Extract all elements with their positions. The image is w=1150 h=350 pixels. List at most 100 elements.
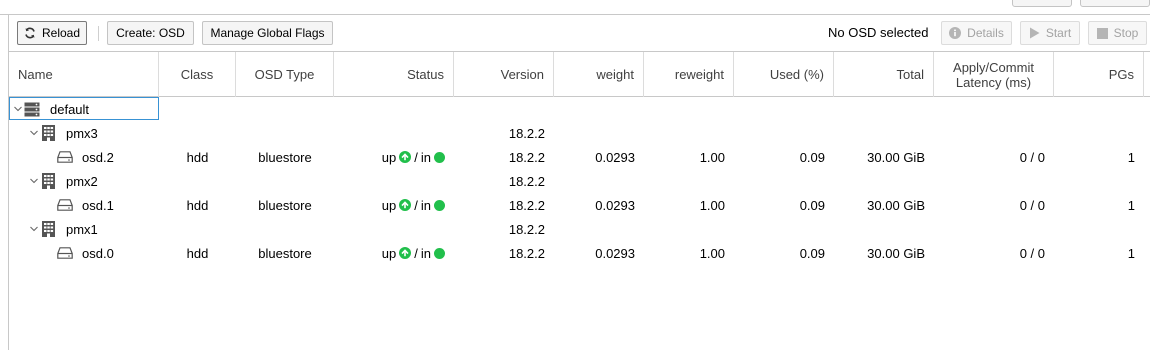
cell-class: hdd <box>186 245 209 261</box>
cell-pgs: 1 <box>1127 149 1135 165</box>
status-dot-icon <box>434 247 445 259</box>
arrow-up-circle-icon <box>399 247 412 259</box>
status-dot-icon <box>434 199 445 211</box>
status-in-text: in <box>420 149 431 165</box>
collapse-chevron-icon[interactable] <box>28 121 40 145</box>
stop-button[interactable]: Stop <box>1088 21 1147 45</box>
arrow-up-circle-icon <box>399 199 412 211</box>
server-rack-icon <box>24 101 40 117</box>
arrow-up-circle-icon <box>399 151 412 163</box>
column-header-used[interactable]: Used (%) <box>734 52 834 97</box>
tree-label-osd: osd.0 <box>82 245 114 261</box>
cell-reweight: 1.00 <box>699 149 725 165</box>
tree-row-host[interactable]: pmx2 18.2.2 <box>9 169 1150 193</box>
tree-row-host[interactable]: pmx3 18.2.2 <box>9 121 1150 145</box>
cell-reweight: 1.00 <box>699 197 725 213</box>
cell-total: 30.00 GiB <box>867 149 925 165</box>
details-button[interactable]: Details <box>941 21 1012 45</box>
cell-used: 0.09 <box>799 197 825 213</box>
cell-version: 18.2.2 <box>508 173 545 189</box>
start-label: Start <box>1045 26 1072 40</box>
tree-row-osd[interactable]: osd.2 hdd bluestore up / in 18.2.2 0.029… <box>9 145 1150 169</box>
stop-label: Stop <box>1113 26 1139 40</box>
status-separator: / <box>414 197 418 213</box>
reload-label: Reload <box>41 26 81 40</box>
status-up-text: up <box>381 197 397 213</box>
status-separator: / <box>414 149 418 165</box>
column-header-latency[interactable]: Apply/Commit Latency (ms) <box>934 52 1054 97</box>
cell-version: 18.2.2 <box>508 125 545 141</box>
tree-label-root: default <box>50 101 90 117</box>
ceph-osd-panel: Reload Create: OSD Manage Global Flags N… <box>0 0 1150 350</box>
reload-icon <box>25 27 35 39</box>
status-in-text: in <box>420 245 431 261</box>
cell-used: 0.09 <box>799 149 825 165</box>
hdd-icon <box>57 245 73 261</box>
column-header-pgs[interactable]: PGs <box>1054 52 1144 97</box>
cell-version: 18.2.2 <box>508 245 545 261</box>
tree-row-root[interactable]: default <box>9 97 1150 121</box>
header-button-fragment[interactable] <box>1080 0 1150 7</box>
building-icon <box>40 173 56 189</box>
stop-icon <box>1096 27 1108 39</box>
status-up-text: up <box>381 149 397 165</box>
tree-label-host: pmx3 <box>66 125 98 141</box>
create-osd-button[interactable]: Create: OSD <box>107 21 194 45</box>
create-osd-label: Create: OSD <box>116 26 185 40</box>
cell-class: hdd <box>186 197 209 213</box>
cell-reweight: 1.00 <box>699 245 725 261</box>
tree-row-osd[interactable]: osd.1 hdd bluestore up / in 18.2.2 0.029… <box>9 193 1150 217</box>
cell-version: 18.2.2 <box>508 197 545 213</box>
collapse-chevron-icon[interactable] <box>12 97 24 121</box>
column-header-weight[interactable]: weight <box>554 52 644 97</box>
collapse-chevron-icon[interactable] <box>28 169 40 193</box>
column-header-reweight[interactable]: reweight <box>644 52 734 97</box>
cell-latency: 0 / 0 <box>1019 149 1045 165</box>
cell-osd-type: bluestore <box>258 245 312 261</box>
details-label: Details <box>967 26 1004 40</box>
grid-header: Name Class OSD Type Status Version weigh… <box>9 52 1150 97</box>
cell-latency: 0 / 0 <box>1019 245 1045 261</box>
cell-version: 18.2.2 <box>508 221 545 237</box>
reload-button[interactable]: Reload <box>17 21 87 45</box>
cell-total: 30.00 GiB <box>867 197 925 213</box>
cell-latency: 0 / 0 <box>1019 197 1045 213</box>
manage-global-flags-label: Manage Global Flags <box>210 26 325 40</box>
cell-status: up / in <box>334 241 454 265</box>
header-button-fragment[interactable] <box>1012 0 1072 7</box>
start-button[interactable]: Start <box>1020 21 1080 45</box>
column-header-osd-type[interactable]: OSD Type <box>236 52 334 97</box>
column-header-version[interactable]: Version <box>454 52 554 97</box>
tree-label-host: pmx1 <box>66 221 98 237</box>
cell-osd-type: bluestore <box>258 149 312 165</box>
collapse-chevron-icon[interactable] <box>28 217 40 241</box>
manage-global-flags-button[interactable]: Manage Global Flags <box>202 21 333 45</box>
cell-pgs: 1 <box>1127 197 1135 213</box>
column-header-total[interactable]: Total <box>834 52 934 97</box>
play-icon <box>1029 27 1040 39</box>
hdd-icon <box>57 149 73 165</box>
cell-osd-type: bluestore <box>258 197 312 213</box>
cell-used: 0.09 <box>799 245 825 261</box>
osd-toolbar: Reload Create: OSD Manage Global Flags N… <box>9 15 1150 52</box>
building-icon <box>40 125 56 141</box>
hdd-icon <box>57 197 73 213</box>
cell-version: 18.2.2 <box>508 149 545 165</box>
status-separator: / <box>414 245 418 261</box>
cell-weight: 0.0293 <box>595 149 635 165</box>
status-in-text: in <box>420 197 431 213</box>
column-header-name[interactable]: Name <box>9 52 159 97</box>
cell-class: hdd <box>186 149 209 165</box>
tree-label-osd: osd.1 <box>82 197 114 213</box>
top-header-strip <box>0 0 1150 15</box>
cell-weight: 0.0293 <box>595 245 635 261</box>
tree-label-osd: osd.2 <box>82 149 114 165</box>
building-icon <box>40 221 56 237</box>
cell-status: up / in <box>334 193 454 217</box>
column-header-status[interactable]: Status <box>334 52 454 97</box>
cell-total: 30.00 GiB <box>867 245 925 261</box>
tree-row-osd[interactable]: osd.0 hdd bluestore up / in 18.2.2 0.029… <box>9 241 1150 265</box>
cell-weight: 0.0293 <box>595 197 635 213</box>
tree-row-host[interactable]: pmx1 18.2.2 <box>9 217 1150 241</box>
column-header-class[interactable]: Class <box>159 52 236 97</box>
